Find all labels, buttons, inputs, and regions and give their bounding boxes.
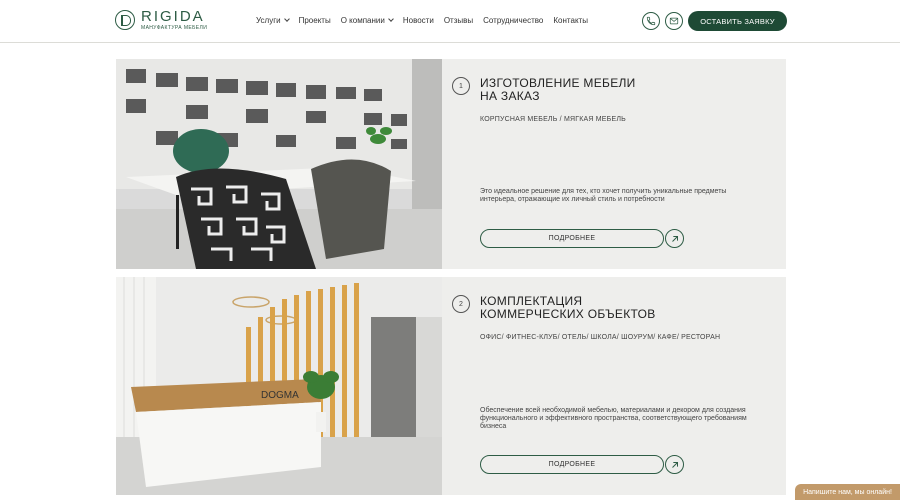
more-button[interactable]: ПОДРОБНЕЕ: [480, 455, 664, 474]
request-button[interactable]: ОСТАВИТЬ ЗАЯВКУ: [688, 11, 787, 31]
logo-name: RIGIDA: [141, 8, 205, 25]
site-header: RIGIDA МАНУФАКТУРА МЕБЕЛИ Услуги Проекты…: [0, 0, 900, 43]
mail-button[interactable]: [665, 12, 683, 30]
nav-item-cooperation[interactable]: Сотрудничество: [483, 16, 543, 25]
service-categories: ОФИС/ ФИТНЕС-КЛУБ/ ОТЕЛЬ/ ШКОЛА/ ШОУРУМ/…: [480, 334, 721, 341]
nav-item-services[interactable]: Услуги: [256, 16, 290, 25]
more-button[interactable]: ПОДРОБНЕЕ: [480, 229, 664, 248]
open-arrow-button[interactable]: [665, 455, 684, 474]
service-photo-office-interior: [116, 59, 442, 269]
nav-item-contacts[interactable]: Контакты: [553, 16, 588, 25]
service-card-custom-furniture: 1 ИЗГОТОВЛЕНИЕ МЕБЕЛИ НА ЗАКАЗ КОРПУСНАЯ…: [116, 59, 786, 269]
service-description: Это идеальное решение для тех, кто хочет…: [480, 188, 727, 203]
phone-button[interactable]: [642, 12, 660, 30]
arrow-up-right-icon: [671, 235, 678, 242]
service-title: ИЗГОТОВЛЕНИЕ МЕБЕЛИ НА ЗАКАЗ: [480, 76, 636, 103]
service-title: КОМПЛЕКТАЦИЯ КОММЕРЧЕСКИХ ОБЪЕКТОВ: [480, 294, 656, 321]
arrow-up-right-icon: [671, 461, 678, 468]
service-number: 1: [452, 77, 470, 95]
logo-mark-icon: [115, 10, 135, 30]
nav-item-news[interactable]: Новости: [403, 16, 434, 25]
nav-item-reviews[interactable]: Отзывы: [444, 16, 473, 25]
logo[interactable]: RIGIDA МАНУФАКТУРА МЕБЕЛИ: [115, 9, 207, 31]
main-nav: Услуги Проекты О компании Новости Отзывы…: [256, 16, 598, 25]
reception-sign: DOGMA: [261, 390, 299, 401]
mail-icon: [669, 17, 679, 25]
open-arrow-button[interactable]: [665, 229, 684, 248]
nav-item-projects[interactable]: Проекты: [299, 16, 331, 25]
service-photo-reception: DOGMA: [116, 277, 442, 495]
chevron-down-icon: [283, 16, 290, 22]
nav-item-about[interactable]: О компании: [341, 16, 394, 25]
service-description: Обеспечение всей необходимой мебелью, ма…: [480, 407, 747, 430]
service-number: 2: [452, 295, 470, 313]
chevron-down-icon: [388, 16, 394, 22]
service-categories: КОРПУСНАЯ МЕБЕЛЬ / МЯГКАЯ МЕБЕЛЬ: [480, 116, 626, 123]
service-card-commercial: DOGMA 2 КОМПЛЕКТАЦИЯ КОММЕРЧЕСКИХ ОБЪЕКТ…: [116, 277, 786, 495]
logo-subtitle: МАНУФАКТУРА МЕБЕЛИ: [141, 25, 208, 31]
online-chat-button[interactable]: Напишите нам, мы онлайн!: [795, 484, 900, 500]
phone-icon: [646, 16, 656, 26]
